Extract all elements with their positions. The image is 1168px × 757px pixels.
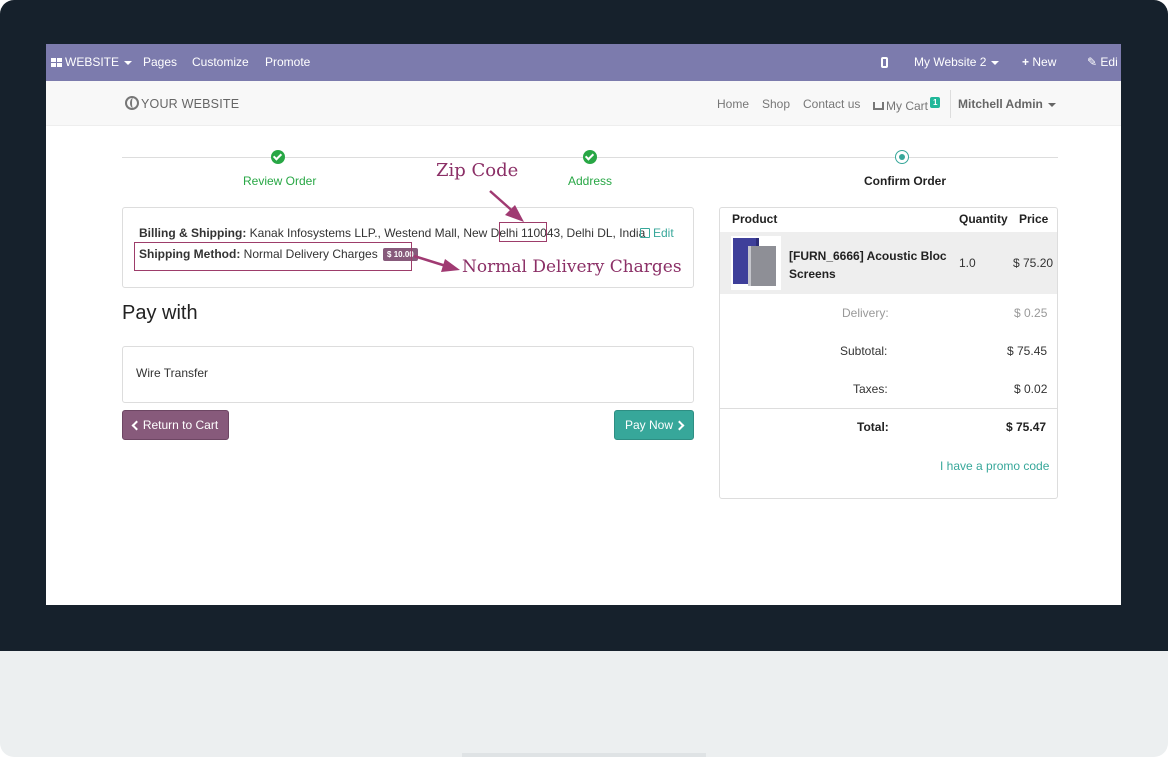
total-label: Total:: [857, 420, 889, 434]
product-price: $ 75.20: [1013, 256, 1054, 270]
product-name[interactable]: [FURN_6666] Acoustic Bloc Screens: [789, 247, 949, 283]
summary-header-price: Price: [1019, 212, 1049, 226]
taxes-value: $ 0.02: [1014, 382, 1048, 396]
chevron-left-icon: [131, 420, 142, 431]
delivery-arrow-head: [441, 259, 460, 272]
return-to-cart-button[interactable]: Return to Cart: [122, 410, 229, 440]
summary-header-product: Product: [732, 212, 778, 226]
product-quantity: 1.0: [959, 256, 976, 270]
promo-code-link[interactable]: I have a promo code: [940, 459, 1049, 473]
product-image-panel: [748, 246, 776, 286]
delivery-arrow: [413, 254, 447, 268]
pay-with-heading: Pay with: [122, 302, 198, 324]
subtotal-value: $ 75.45: [1007, 344, 1048, 358]
taxes-label: Taxes:: [853, 382, 888, 396]
pay-now-button[interactable]: Pay Now: [614, 410, 694, 440]
delivery-label: Delivery:: [842, 306, 889, 320]
total-value: $ 75.47: [1006, 420, 1047, 434]
payment-option-wire-transfer[interactable]: Wire Transfer: [136, 366, 208, 380]
subtotal-label: Subtotal:: [840, 344, 888, 358]
summary-divider: [720, 408, 1057, 409]
summary-header-quantity: Quantity: [959, 212, 1008, 226]
chevron-right-icon: [674, 420, 685, 431]
delivery-value: $ 0.25: [1014, 306, 1048, 320]
